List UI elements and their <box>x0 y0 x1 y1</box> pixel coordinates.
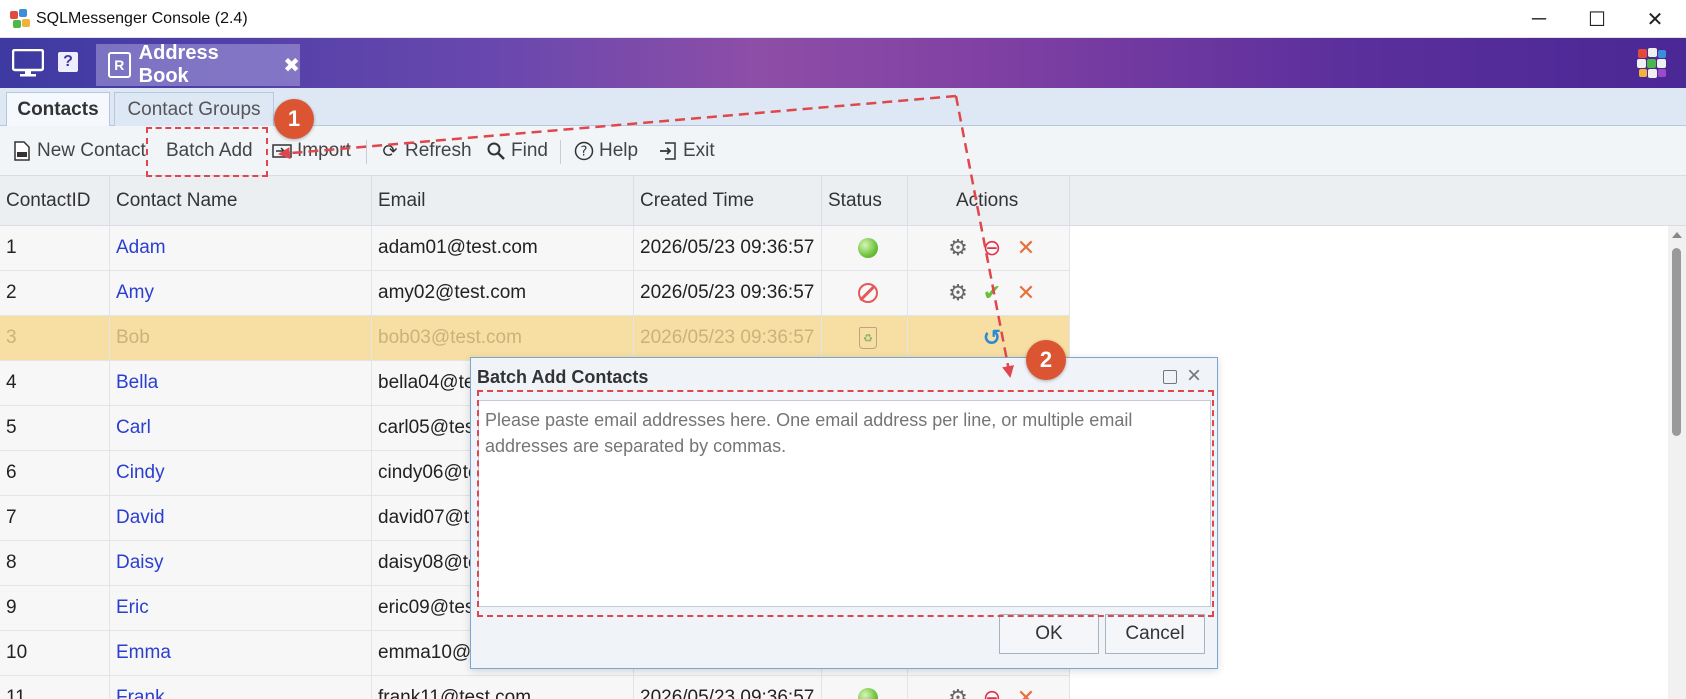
annotation-arrow-1 <box>278 94 957 160</box>
annotation-badge-2: 2 <box>1026 340 1066 380</box>
annotation-badge-1: 1 <box>274 99 314 139</box>
annotation-arrow-2 <box>954 95 1014 378</box>
annotation-arrows <box>278 94 1014 378</box>
